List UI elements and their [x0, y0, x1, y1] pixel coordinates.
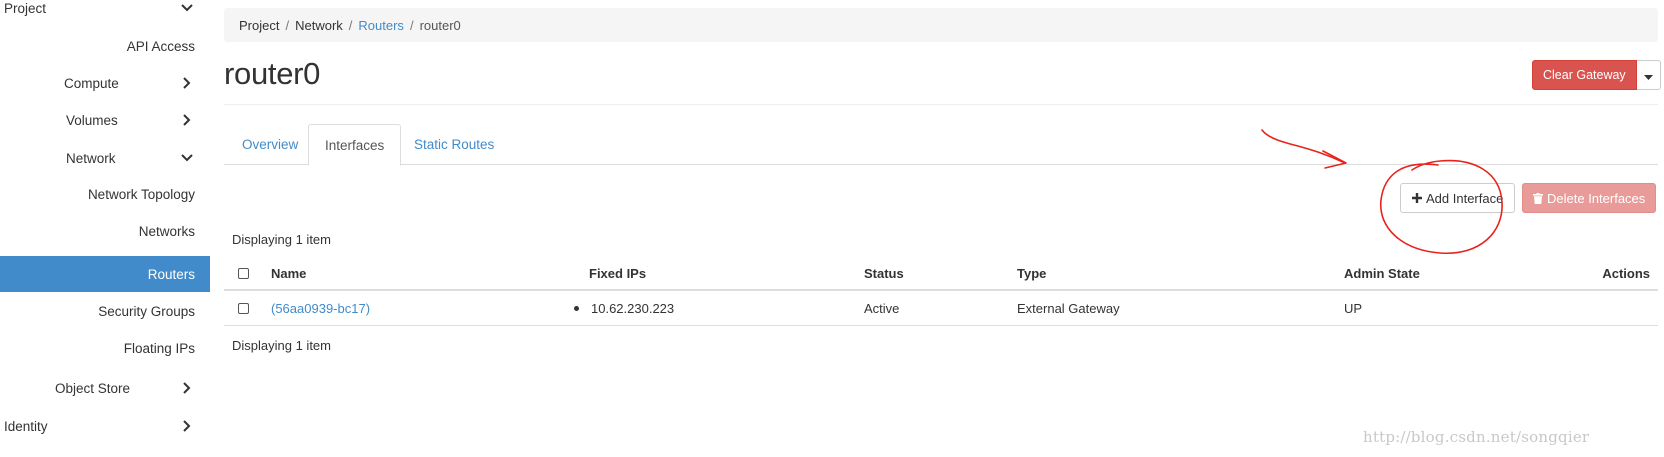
interfaces-table: Name Fixed IPs Status Type Admin State A…	[224, 257, 1658, 326]
item-count-top: Displaying 1 item	[232, 232, 331, 247]
fixed-ip-cell: 10.62.230.223	[574, 291, 674, 325]
sidebar-item-network-topology[interactable]: Network Topology	[0, 176, 210, 212]
status-cell: Active	[864, 300, 900, 316]
sidebar-item-volumes[interactable]: Volumes	[0, 102, 210, 138]
delete-interfaces-label: Delete Interfaces	[1547, 190, 1646, 206]
item-count-bottom: Displaying 1 item	[232, 338, 331, 353]
breadcrumb-current: router0	[419, 17, 461, 33]
clear-gateway-button[interactable]: Clear Gateway	[1532, 60, 1637, 90]
sidebar-item-label: Identity	[4, 418, 48, 434]
table-row: (56aa0939-bc17) 10.62.230.223 Active Ext…	[224, 291, 1658, 326]
sidebar-item-label: Project	[4, 0, 47, 16]
column-header-admin-state[interactable]: Admin State	[1344, 257, 1420, 289]
breadcrumb-network: Network	[295, 17, 343, 33]
caret-down-icon	[1643, 68, 1653, 83]
add-interface-button[interactable]: Add Interface	[1400, 183, 1516, 213]
sidebar-item-networks[interactable]: Networks	[0, 213, 210, 249]
sidebar-item-object-store[interactable]: Object Store	[0, 370, 210, 406]
sidebar-item-label: API Access	[126, 38, 195, 54]
fixed-ip-value: 10.62.230.223	[591, 300, 675, 316]
sidebar-item-label: Network	[66, 150, 116, 166]
table-header-row: Name Fixed IPs Status Type Admin State A…	[224, 257, 1658, 291]
sidebar-item-routers[interactable]: Routers	[0, 256, 210, 292]
watermark: http://blog.csdn.net/songqier	[1363, 428, 1590, 446]
breadcrumb-routers-link[interactable]: Routers	[358, 18, 404, 33]
more-actions-dropdown-toggle[interactable]	[1636, 60, 1661, 90]
sidebar-item-compute[interactable]: Compute	[0, 65, 210, 101]
interface-name-link[interactable]: (56aa0939-bc17)	[271, 291, 370, 325]
breadcrumb-project: Project	[239, 17, 280, 33]
column-header-name[interactable]: Name	[271, 257, 306, 289]
type-cell: External Gateway	[1017, 300, 1120, 316]
sidebar-item-security-groups[interactable]: Security Groups	[0, 293, 210, 329]
tab-static-routes[interactable]: Static Routes	[398, 124, 510, 165]
chevron-right-icon	[180, 419, 194, 433]
sidebar-item-identity[interactable]: Identity	[0, 408, 210, 444]
sidebar-item-label: Security Groups	[98, 303, 195, 319]
tab-bar: Overview Interfaces Static Routes	[224, 124, 1658, 166]
plus-icon	[1412, 193, 1422, 203]
column-header-status[interactable]: Status	[864, 257, 904, 289]
breadcrumb-separator: /	[285, 17, 290, 33]
breadcrumb-separator: /	[348, 17, 353, 33]
list-bullet	[574, 305, 579, 311]
row-checkbox-cell	[238, 291, 249, 325]
sidebar-item-api-access[interactable]: API Access	[0, 28, 210, 64]
sidebar-item-label: Routers	[147, 266, 195, 282]
sidebar-item-floating-ips[interactable]: Floating IPs	[0, 330, 210, 366]
trash-icon	[1533, 192, 1543, 204]
column-header-actions: Actions	[1602, 265, 1650, 281]
sidebar-item-label: Networks	[138, 223, 195, 239]
column-header-type[interactable]: Type	[1017, 257, 1046, 289]
sidebar-item-label: Volumes	[66, 112, 118, 128]
select-all-checkbox[interactable]	[238, 267, 249, 279]
chevron-down-icon	[180, 1, 194, 15]
chevron-right-icon	[180, 76, 194, 90]
sidebar-nav: Project API Access Compute Volumes Netwo…	[0, 0, 210, 457]
tab-interfaces[interactable]: Interfaces	[308, 124, 402, 166]
chevron-right-icon	[180, 381, 194, 395]
row-checkbox[interactable]	[238, 302, 249, 314]
tab-overview[interactable]: Overview	[226, 124, 314, 165]
chevron-down-icon	[180, 151, 194, 165]
sidebar-item-project[interactable]: Project	[0, 0, 210, 26]
sidebar-item-label: Floating IPs	[123, 340, 195, 356]
admin-state-cell: UP	[1344, 300, 1363, 316]
add-interface-label: Add Interface	[1426, 190, 1504, 206]
sidebar-item-label: Object Store	[55, 380, 131, 396]
breadcrumb: Project / Network / Routers / router0	[224, 8, 1658, 42]
delete-interfaces-button[interactable]: Delete Interfaces	[1522, 183, 1657, 213]
select-all-checkbox-cell	[238, 257, 249, 289]
column-header-fixed-ips[interactable]: Fixed IPs	[589, 257, 646, 289]
sidebar-item-network[interactable]: Network	[0, 140, 210, 176]
sidebar-item-label: Compute	[64, 75, 119, 91]
sidebar-item-label: Network Topology	[87, 186, 195, 202]
breadcrumb-separator: /	[409, 17, 414, 33]
gateway-button-group: Clear Gateway	[1532, 60, 1661, 90]
chevron-right-icon	[180, 113, 194, 127]
page-title: router0	[224, 56, 321, 91]
title-divider	[224, 104, 1658, 105]
